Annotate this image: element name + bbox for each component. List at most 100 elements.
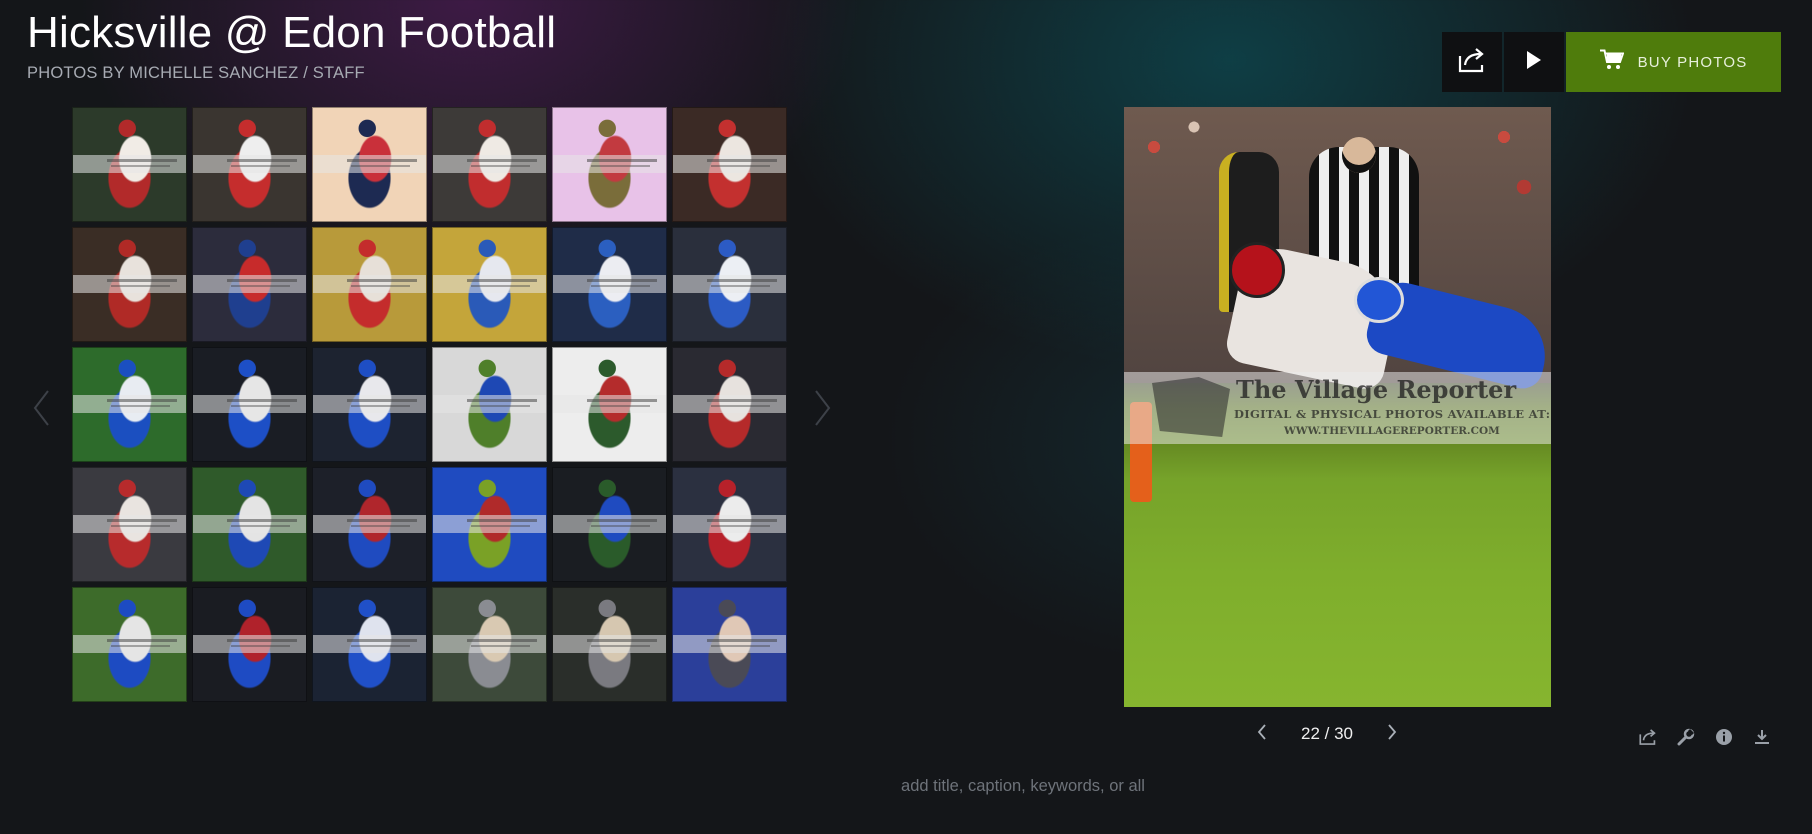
share-gallery-button[interactable] <box>1442 32 1502 92</box>
buy-photos-label: BUY PHOTOS <box>1637 53 1748 71</box>
thumbnail[interactable] <box>312 227 427 342</box>
watermark-url: WWW.THEVILLAGEREPORTER.COM <box>1284 425 1500 437</box>
thumbnail-watermark <box>433 395 546 414</box>
chevron-left-icon <box>1257 723 1267 745</box>
thumbnail-grid <box>72 107 787 702</box>
thumbnail[interactable] <box>432 227 547 342</box>
thumbnail-watermark <box>673 515 786 534</box>
thumbnail-watermark <box>553 395 666 414</box>
thumbnail-watermark <box>553 635 666 654</box>
thumbnail-watermark <box>193 275 306 294</box>
thumbnail[interactable] <box>312 467 427 582</box>
thumbnail-watermark <box>73 635 186 654</box>
thumbnail[interactable] <box>312 347 427 462</box>
thumbnail-watermark <box>193 395 306 414</box>
thumbnail-watermark <box>73 275 186 294</box>
gallery-next-arrow[interactable] <box>808 385 838 435</box>
thumbnail-watermark <box>73 515 186 534</box>
thumbnail[interactable] <box>552 107 667 222</box>
thumbnail[interactable] <box>72 347 187 462</box>
thumbnail-watermark <box>73 395 186 414</box>
thumbnail[interactable] <box>672 587 787 702</box>
download-icon <box>1753 728 1771 751</box>
thumbnail[interactable] <box>672 347 787 462</box>
download-photo-button[interactable] <box>1751 728 1773 750</box>
chevron-left-icon <box>32 389 50 432</box>
next-photo-button[interactable] <box>1380 722 1404 746</box>
thumbnail-watermark <box>193 155 306 174</box>
gallery-toolbar: BUY PHOTOS <box>1442 32 1781 92</box>
thumbnail-watermark <box>553 155 666 174</box>
thumbnail[interactable] <box>192 347 307 462</box>
photo-actions <box>1637 728 1773 750</box>
thumbnail[interactable] <box>72 107 187 222</box>
thumbnail-watermark <box>673 635 786 654</box>
caption-placeholder[interactable]: add title, caption, keywords, or all <box>0 777 1812 796</box>
share-icon <box>1638 728 1658 751</box>
thumbnail-watermark <box>553 275 666 294</box>
thumbnail[interactable] <box>312 107 427 222</box>
thumbnail[interactable] <box>552 347 667 462</box>
thumbnail[interactable] <box>192 467 307 582</box>
prev-photo-button[interactable] <box>1250 722 1274 746</box>
thumbnail[interactable] <box>72 587 187 702</box>
thumbnail[interactable] <box>192 587 307 702</box>
thumbnail[interactable] <box>312 587 427 702</box>
buy-photos-button[interactable]: BUY PHOTOS <box>1566 32 1781 92</box>
thumbnail[interactable] <box>672 107 787 222</box>
photo-info-button[interactable] <box>1713 728 1735 750</box>
thumbnail-watermark <box>433 155 546 174</box>
thumbnail-watermark <box>673 155 786 174</box>
thumbnail-watermark <box>193 515 306 534</box>
thumbnail[interactable] <box>72 467 187 582</box>
thumbnail[interactable] <box>672 227 787 342</box>
thumbnail[interactable] <box>72 227 187 342</box>
slideshow-button[interactable] <box>1504 32 1564 92</box>
thumbnail-watermark <box>313 155 426 174</box>
photo-referee-head <box>1342 137 1376 173</box>
thumbnail-watermark <box>73 155 186 174</box>
share-icon <box>1457 46 1487 79</box>
gallery-prev-arrow[interactable] <box>26 385 56 435</box>
edit-photo-button[interactable] <box>1675 728 1697 750</box>
thumbnail[interactable] <box>192 227 307 342</box>
thumbnail-watermark <box>313 515 426 534</box>
thumbnail-watermark <box>193 635 306 654</box>
chevron-right-icon <box>814 389 832 432</box>
play-icon <box>1525 50 1543 75</box>
thumbnail[interactable] <box>432 347 547 462</box>
thumbnail-watermark <box>313 395 426 414</box>
photographer-credit: PHOTOS BY MICHELLE SANCHEZ / STAFF <box>27 64 365 82</box>
thumbnail-watermark <box>433 275 546 294</box>
thumbnail-watermark <box>313 635 426 654</box>
wrench-icon <box>1677 728 1695 751</box>
thumbnail-watermark <box>313 275 426 294</box>
thumbnail[interactable] <box>432 107 547 222</box>
watermark-logo-icon <box>1152 377 1230 437</box>
thumbnail[interactable] <box>192 107 307 222</box>
thumbnail-watermark <box>433 635 546 654</box>
photo-helmet-blue <box>1354 277 1404 323</box>
info-icon <box>1715 728 1733 751</box>
photo-counter: 22 / 30 <box>1301 724 1353 743</box>
watermark-subtitle: DIGITAL & PHYSICAL PHOTOS AVAILABLE AT: <box>1234 407 1551 421</box>
photo-helmet-red <box>1229 242 1285 298</box>
thumbnail-watermark <box>673 395 786 414</box>
thumbnail[interactable] <box>672 467 787 582</box>
chevron-right-icon <box>1387 723 1397 745</box>
photo-pager: 22 / 30 <box>1250 722 1404 746</box>
thumbnail-watermark <box>673 275 786 294</box>
thumbnail[interactable] <box>552 227 667 342</box>
thumbnail-watermark <box>553 515 666 534</box>
gallery-title: Hicksville @ Edon Football <box>27 8 557 57</box>
thumbnail-watermark <box>433 515 546 534</box>
thumbnail[interactable] <box>552 467 667 582</box>
thumbnail[interactable] <box>432 467 547 582</box>
cart-icon <box>1599 49 1625 76</box>
share-photo-button[interactable] <box>1637 728 1659 750</box>
watermark-title: The Village Reporter <box>1236 375 1517 404</box>
gallery-header: Hicksville @ Edon Football PHOTOS BY MIC… <box>27 8 556 83</box>
thumbnail[interactable] <box>432 587 547 702</box>
main-photo[interactable]: The Village Reporter DIGITAL & PHYSICAL … <box>1124 107 1551 707</box>
thumbnail[interactable] <box>552 587 667 702</box>
